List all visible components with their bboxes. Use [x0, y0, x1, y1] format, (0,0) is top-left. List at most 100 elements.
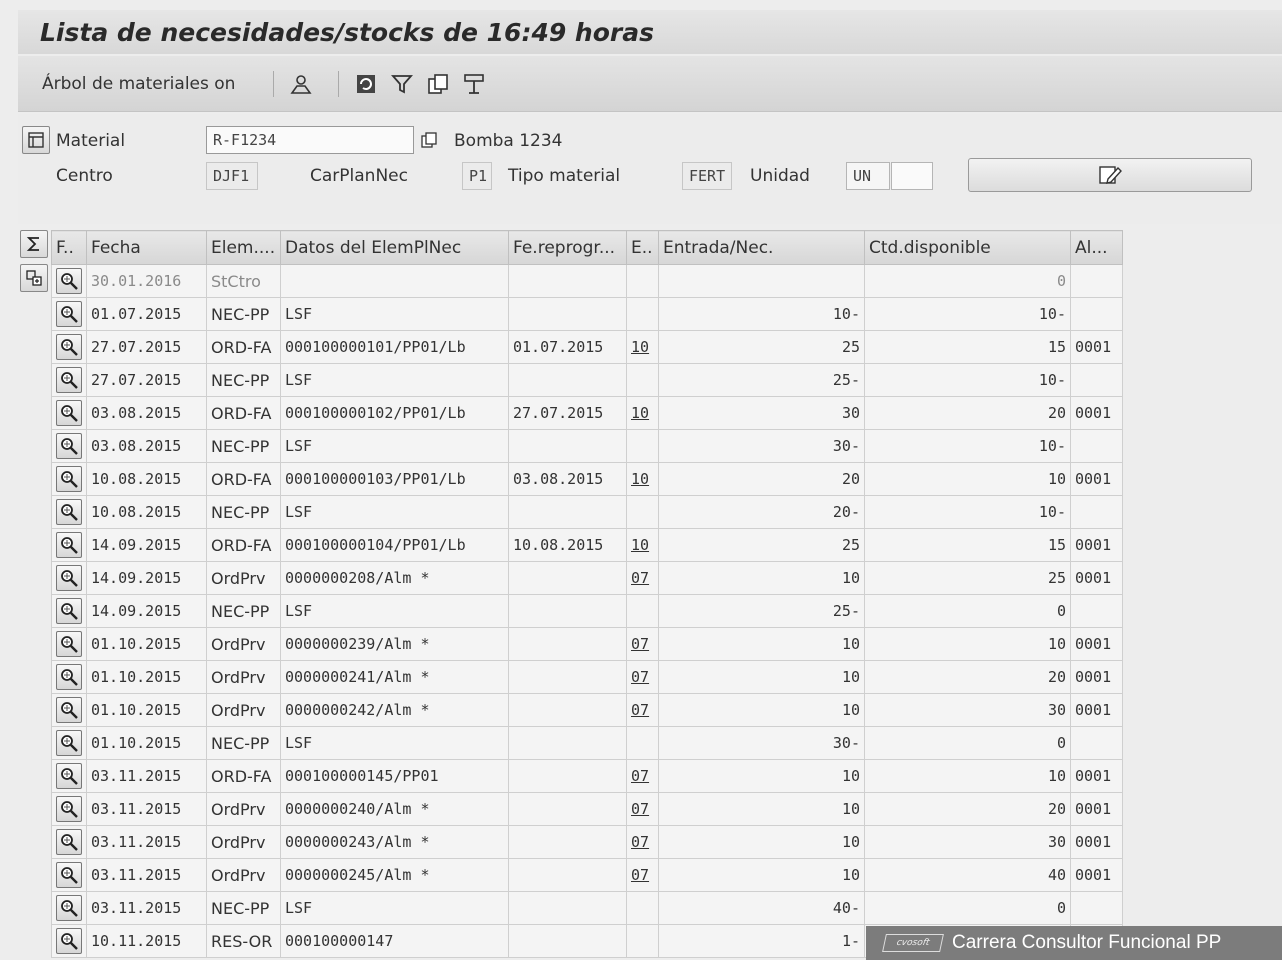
exception-cell[interactable]: 10 — [626, 528, 659, 562]
table-row[interactable]: 01.10.2015 OrdPrv 0000000242/Alm * 07 10 30 00… — [51, 693, 1123, 727]
exception-cell[interactable]: 07 — [626, 792, 659, 826]
col-header[interactable]: Fecha — [86, 230, 207, 265]
col-header[interactable]: Datos del ElemPlNec — [280, 230, 509, 265]
exception-cell[interactable]: 07 — [626, 561, 659, 595]
person-icon[interactable] — [288, 71, 314, 97]
table-row[interactable]: 01.07.2015 NEC-PP LSF 10- 10- — [51, 297, 1123, 331]
sum-icon[interactable] — [20, 230, 48, 258]
magnifier-icon[interactable] — [56, 829, 82, 855]
edit-button[interactable] — [968, 158, 1252, 192]
application-toolbar: Árbol de materiales on — [18, 56, 1282, 112]
table-row[interactable]: 03.08.2015 ORD-FA 000100000102/PP01/Lb 27.0… — [51, 396, 1123, 430]
exception-cell[interactable]: 07 — [626, 759, 659, 793]
exception-cell[interactable]: 07 — [626, 627, 659, 661]
magnifier-icon[interactable] — [56, 895, 82, 921]
exception-cell — [626, 264, 659, 298]
table-row[interactable]: 03.11.2015 OrdPrv 0000000243/Alm * 07 10 30 00… — [51, 825, 1123, 859]
table-row[interactable]: 14.09.2015 OrdPrv 0000000208/Alm * 07 10 25 00… — [51, 561, 1123, 595]
row-detail-cell — [51, 792, 87, 826]
table-row[interactable]: 01.10.2015 OrdPrv 0000000239/Alm * 07 10 10 00… — [51, 627, 1123, 661]
magnifier-icon[interactable] — [56, 697, 82, 723]
element-cell: ORD-FA — [206, 528, 281, 562]
magnifier-icon[interactable] — [56, 301, 82, 327]
table-row[interactable]: 03.11.2015 ORD-FA 000100000145/PP01 07 10 10 0… — [51, 759, 1123, 793]
table-row[interactable]: 03.11.2015 OrdPrv 0000000245/Alm * 07 10 40 00… — [51, 858, 1123, 892]
layout-icon[interactable] — [461, 71, 487, 97]
reschedule-date-cell: 03.08.2015 — [508, 462, 627, 496]
element-cell: NEC-PP — [206, 363, 281, 397]
header-toggle-icon[interactable] — [22, 126, 50, 154]
magnifier-icon[interactable] — [56, 763, 82, 789]
col-header[interactable]: F.. — [51, 230, 87, 265]
table-row[interactable]: 03.08.2015 NEC-PP LSF 30- 10- — [51, 429, 1123, 463]
magnifier-icon[interactable] — [56, 730, 82, 756]
magnifier-icon[interactable] — [56, 268, 82, 294]
copy-icon[interactable] — [425, 71, 451, 97]
table-row[interactable]: 14.09.2015 ORD-FA 000100000104/PP01/Lb 10.0… — [51, 528, 1123, 562]
col-header[interactable]: E.. — [626, 230, 659, 265]
material-description: Bomba 1234 — [454, 131, 563, 151]
reschedule-date-cell — [508, 495, 627, 529]
exception-cell[interactable]: 10 — [626, 396, 659, 430]
magnifier-icon[interactable] — [56, 796, 82, 822]
magnifier-icon[interactable] — [56, 466, 82, 492]
element-data-cell: 0000000243/Alm * — [280, 825, 509, 859]
magnifier-icon[interactable] — [56, 499, 82, 525]
material-tree-toggle[interactable]: Árbol de materiales on — [42, 74, 235, 94]
magnifier-icon[interactable] — [56, 532, 82, 558]
magnifier-icon[interactable] — [56, 664, 82, 690]
exception-cell[interactable]: 07 — [626, 858, 659, 892]
magnifier-icon[interactable] — [56, 433, 82, 459]
magnifier-icon[interactable] — [56, 862, 82, 888]
col-header[interactable]: Ctd.disponible — [864, 230, 1071, 265]
material-detail-icon[interactable] — [416, 127, 442, 153]
magnifier-icon[interactable] — [56, 598, 82, 624]
table-row[interactable]: 27.07.2015 NEC-PP LSF 25- 10- — [51, 363, 1123, 397]
receipt-requirement-cell: 10 — [658, 660, 865, 694]
carplan-field: P1 — [462, 162, 492, 190]
exception-cell — [626, 429, 659, 463]
date-cell: 03.11.2015 — [86, 759, 207, 793]
expand-tree-icon[interactable] — [20, 264, 48, 292]
exception-cell[interactable]: 07 — [626, 693, 659, 727]
reschedule-date-cell — [508, 627, 627, 661]
magnifier-icon[interactable] — [56, 367, 82, 393]
exception-cell[interactable]: 07 — [626, 660, 659, 694]
table-row[interactable]: 27.07.2015 ORD-FA 000100000101/PP01/Lb 01.0… — [51, 330, 1123, 364]
table-row[interactable]: 14.09.2015 NEC-PP LSF 25- 0 — [51, 594, 1123, 628]
table-row[interactable]: 30.01.2016 StCtro 0 — [51, 264, 1123, 298]
table-row[interactable]: 03.11.2015 NEC-PP LSF 40- 0 — [51, 891, 1123, 925]
material-input[interactable]: R-F1234 — [206, 126, 414, 154]
exception-cell[interactable]: 10 — [626, 330, 659, 364]
col-header[interactable]: Elem.... — [206, 230, 281, 265]
refresh-icon[interactable] — [353, 71, 379, 97]
table-row[interactable]: 01.10.2015 OrdPrv 0000000241/Alm * 07 10 20 00… — [51, 660, 1123, 694]
exception-cell[interactable]: 10 — [626, 462, 659, 496]
magnifier-icon[interactable] — [56, 334, 82, 360]
col-header[interactable]: Entrada/Nec. — [658, 230, 865, 265]
storage-location-cell — [1070, 363, 1123, 397]
magnifier-icon[interactable] — [56, 928, 82, 954]
storage-location-cell: 0001 — [1070, 462, 1123, 496]
receipt-requirement-cell: 10 — [658, 825, 865, 859]
col-header[interactable]: Fe.reprogr... — [508, 230, 627, 265]
element-data-cell: LSF — [280, 429, 509, 463]
filter-icon[interactable] — [389, 71, 415, 97]
magnifier-icon[interactable] — [56, 400, 82, 426]
magnifier-icon[interactable] — [56, 631, 82, 657]
reschedule-date-cell: 27.07.2015 — [508, 396, 627, 430]
tipo-material-label: Tipo material — [508, 166, 621, 186]
col-header[interactable]: Al... — [1070, 230, 1123, 265]
table-row[interactable]: 03.11.2015 OrdPrv 0000000240/Alm * 07 10 20 00… — [51, 792, 1123, 826]
element-cell: OrdPrv — [206, 792, 281, 826]
carplan-label: CarPlanNec — [310, 166, 408, 186]
row-detail-cell — [51, 924, 87, 958]
reschedule-date-cell — [508, 759, 627, 793]
unidad-extra-field — [891, 162, 933, 190]
table-row[interactable]: 01.10.2015 NEC-PP LSF 30- 0 — [51, 726, 1123, 760]
element-cell: OrdPrv — [206, 627, 281, 661]
exception-cell[interactable]: 07 — [626, 825, 659, 859]
table-row[interactable]: 10.08.2015 NEC-PP LSF 20- 10- — [51, 495, 1123, 529]
table-row[interactable]: 10.08.2015 ORD-FA 000100000103/PP01/Lb 03.0… — [51, 462, 1123, 496]
magnifier-icon[interactable] — [56, 565, 82, 591]
